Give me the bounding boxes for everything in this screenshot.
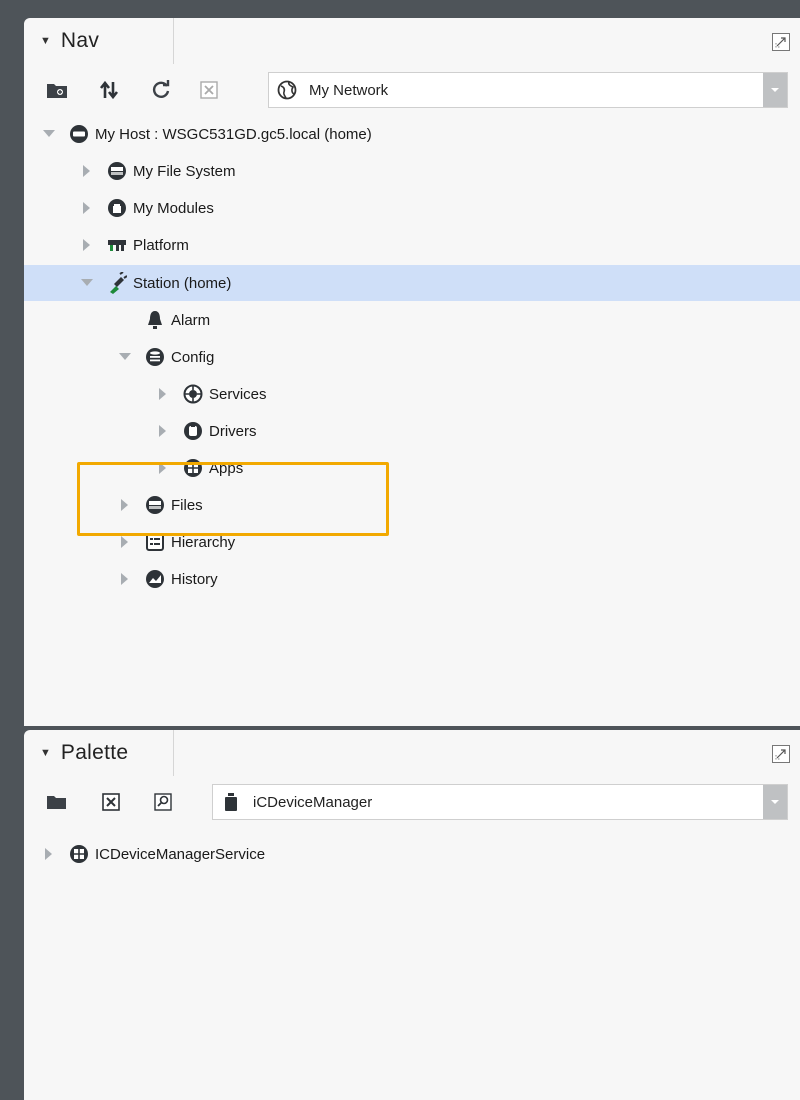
sort-icon[interactable] xyxy=(96,77,122,103)
service-icon xyxy=(69,844,89,864)
palette-node-icdevicemanager-service[interactable]: ICDeviceManagerService xyxy=(24,836,800,872)
nav-header: ▼ Nav xyxy=(24,18,800,64)
caret-down-icon[interactable]: ▼ xyxy=(40,35,51,47)
collapsed-arrow-icon[interactable] xyxy=(43,848,55,860)
palette-pane: ▼ Palette iCDeviceManager ICDeviceManage… xyxy=(24,730,800,1100)
expanded-arrow-icon[interactable] xyxy=(81,277,93,289)
collapsed-arrow-icon[interactable] xyxy=(157,388,169,400)
nav-tab[interactable]: ▼ Nav xyxy=(24,18,174,64)
tree-node-platform[interactable]: Platform xyxy=(24,227,800,263)
collapsed-arrow-icon[interactable] xyxy=(157,425,169,437)
open-folder-icon[interactable] xyxy=(44,789,70,815)
tree-label-config: Config xyxy=(171,348,215,366)
tree-label-modules: My Modules xyxy=(133,199,214,217)
tree-node-modules[interactable]: My Modules xyxy=(24,190,800,226)
file-system-icon xyxy=(107,161,127,181)
tree-node-station[interactable]: Station (home) xyxy=(24,265,800,301)
find-icon[interactable] xyxy=(150,789,176,815)
station-plug-icon xyxy=(107,272,127,294)
nav-root-select[interactable]: My Network xyxy=(268,72,788,108)
tree-node-alarm[interactable]: Alarm xyxy=(24,302,800,338)
highlight-box xyxy=(77,462,389,536)
module-jar-icon xyxy=(221,792,241,812)
caret-down-icon[interactable]: ▼ xyxy=(40,747,51,759)
collapsed-arrow-icon[interactable] xyxy=(81,202,93,214)
dropdown-arrow-icon[interactable] xyxy=(763,785,787,819)
tree-label-history: History xyxy=(171,570,218,588)
nav-root-value: My Network xyxy=(309,81,389,99)
config-database-icon xyxy=(145,347,165,367)
tree-label-services: Services xyxy=(209,385,267,403)
tree-label-drivers: Drivers xyxy=(209,422,257,440)
tree-node-host[interactable]: My Host : WSGC531GD.gc5.local (home) xyxy=(24,116,800,152)
tree-label-host: My Host : WSGC531GD.gc5.local (home) xyxy=(95,125,372,143)
tree-label-file-system: My File System xyxy=(133,162,236,180)
host-icon xyxy=(69,124,89,144)
tree-node-history[interactable]: History xyxy=(24,561,800,597)
collapsed-arrow-icon[interactable] xyxy=(81,165,93,177)
drivers-icon xyxy=(183,421,203,441)
expanded-arrow-icon[interactable] xyxy=(119,351,131,363)
platform-icon xyxy=(107,235,127,255)
tree-label-station: Station (home) xyxy=(133,274,232,292)
tree-node-file-system[interactable]: My File System xyxy=(24,153,800,189)
maximize-icon[interactable] xyxy=(772,745,790,763)
palette-label-service: ICDeviceManagerService xyxy=(95,845,266,863)
tree-label-hierarchy: Hierarchy xyxy=(171,533,236,551)
nav-toolbar: My Network xyxy=(24,64,800,116)
services-icon xyxy=(183,384,203,404)
tree-node-services[interactable]: Services xyxy=(24,376,800,412)
tree-label-platform: Platform xyxy=(133,236,189,254)
palette-module-select[interactable]: iCDeviceManager xyxy=(212,784,788,820)
palette-header: ▼ Palette xyxy=(24,730,800,776)
no-expander xyxy=(119,314,131,326)
palette-title: Palette xyxy=(60,741,129,764)
palette-module-value: iCDeviceManager xyxy=(253,793,373,811)
tree-node-drivers[interactable]: Drivers xyxy=(24,413,800,449)
palette-toolbar: iCDeviceManager xyxy=(24,776,800,828)
tree-node-config[interactable]: Config xyxy=(24,339,800,375)
modules-icon xyxy=(107,198,127,218)
refresh-icon[interactable] xyxy=(148,77,174,103)
tree-label-alarm: Alarm xyxy=(171,311,211,329)
close-tree-icon[interactable] xyxy=(196,77,222,103)
collapsed-arrow-icon[interactable] xyxy=(119,573,131,585)
collapsed-arrow-icon[interactable] xyxy=(81,239,93,251)
palette-tab[interactable]: ▼ Palette xyxy=(24,730,174,776)
alarm-bell-icon xyxy=(145,310,165,330)
close-icon[interactable] xyxy=(98,789,124,815)
nav-title: Nav xyxy=(60,29,100,52)
collapsed-arrow-icon[interactable] xyxy=(119,536,131,548)
dropdown-arrow-icon[interactable] xyxy=(763,73,787,107)
globe-icon xyxy=(277,80,297,100)
maximize-icon[interactable] xyxy=(772,33,790,51)
history-icon xyxy=(145,569,165,589)
expanded-arrow-icon[interactable] xyxy=(43,128,55,140)
nav-pane: ▼ Nav My Network My Host: WSGC531GD.gc5… xyxy=(24,18,800,726)
new-folder-icon[interactable] xyxy=(44,77,70,103)
